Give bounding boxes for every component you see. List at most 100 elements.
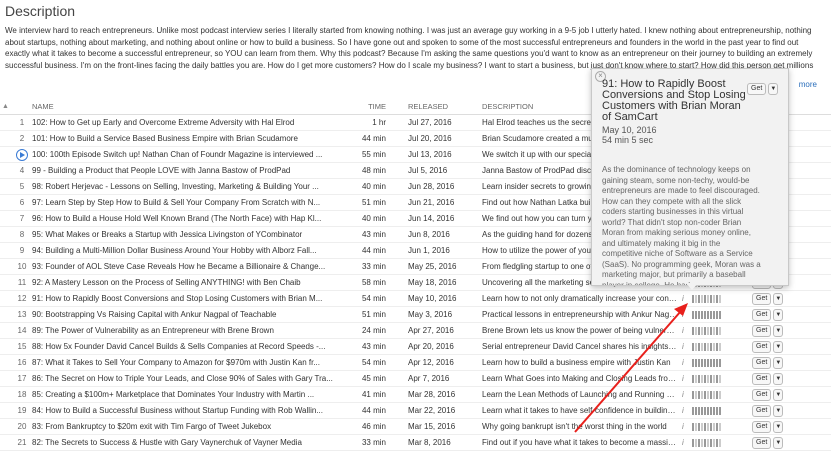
get-button[interactable]: Get bbox=[752, 372, 772, 385]
episode-name[interactable]: 88: How 5x Founder David Cancel Builds &… bbox=[30, 338, 350, 355]
table-row[interactable]: 17 86: The Secret on How to Triple Your L… bbox=[0, 370, 831, 387]
play-icon[interactable] bbox=[16, 148, 28, 161]
episode-released: Jun 21, 2016 bbox=[396, 194, 480, 211]
popup-body: As the dominance of technology keeps on … bbox=[602, 165, 761, 286]
popup-duration: 54 min 5 sec bbox=[602, 135, 654, 145]
table-row[interactable]: 20 83: From Bankruptcy to $20m exit with … bbox=[0, 418, 831, 435]
episode-description: Find out if you have what it takes to be… bbox=[480, 434, 680, 451]
episode-name[interactable]: 83: From Bankruptcy to $20m exit with Ti… bbox=[30, 418, 350, 435]
column-released[interactable]: RELEASED bbox=[396, 98, 480, 115]
episode-name[interactable]: 91: How to Rapidly Boost Conversions and… bbox=[30, 290, 350, 307]
episode-name[interactable]: 100: 100th Episode Switch up! Nathan Cha… bbox=[30, 146, 350, 163]
episode-name[interactable]: 93: Founder of AOL Steve Case Reveals Ho… bbox=[30, 258, 350, 275]
episode-released: Jun 1, 2016 bbox=[396, 242, 480, 259]
episode-name[interactable]: 87: What it Takes to Sell Your Company t… bbox=[30, 354, 350, 371]
episode-time: 51 min bbox=[350, 306, 396, 323]
get-button[interactable]: Get bbox=[752, 292, 772, 305]
chevron-down-icon[interactable]: ▼ bbox=[773, 404, 784, 417]
episode-time: 24 min bbox=[350, 322, 396, 339]
more-link[interactable]: more bbox=[799, 80, 817, 89]
episode-name[interactable]: 98: Robert Herjevac - Lessons on Selling… bbox=[30, 178, 350, 195]
chevron-down-icon[interactable]: ▼ bbox=[773, 372, 784, 385]
episode-name[interactable]: 101: How to Build a Service Based Busine… bbox=[30, 130, 350, 147]
episode-name[interactable]: 97: Learn Step by Step How to Build & Se… bbox=[30, 194, 350, 211]
episode-time: 40 min bbox=[350, 210, 396, 227]
episode-description: Learn the Lean Methods of Launching and … bbox=[480, 386, 680, 403]
info-icon[interactable]: i bbox=[682, 294, 684, 303]
table-row[interactable]: 12 91: How to Rapidly Boost Conversions a… bbox=[0, 290, 831, 307]
episode-name[interactable]: 82: The Secrets to Success & Hustle with… bbox=[30, 434, 350, 451]
info-icon[interactable]: i bbox=[682, 342, 684, 351]
popularity-bar bbox=[692, 390, 722, 399]
episode-name[interactable]: 99 - Building a Product that People LOVE… bbox=[30, 162, 350, 179]
episode-name[interactable]: 85: Creating a $100m+ Marketplace that D… bbox=[30, 386, 350, 403]
info-icon[interactable]: i bbox=[682, 438, 684, 447]
popularity-bar bbox=[692, 438, 722, 447]
column-time[interactable]: TIME bbox=[350, 98, 396, 115]
get-button[interactable]: Get bbox=[752, 308, 772, 321]
row-number: 5 bbox=[14, 178, 30, 195]
column-name[interactable]: NAME bbox=[30, 98, 350, 115]
episode-name[interactable]: 90: Bootstrapping Vs Raising Capital wit… bbox=[30, 306, 350, 323]
row-number: 17 bbox=[14, 370, 30, 387]
sort-arrow-icon[interactable]: ▲ bbox=[0, 98, 14, 115]
episode-description: Brene Brown lets us know the power of be… bbox=[480, 322, 680, 339]
table-row[interactable]: 21 82: The Secrets to Success & Hustle wi… bbox=[0, 434, 831, 451]
episode-name[interactable]: 95: What Makes or Breaks a Startup with … bbox=[30, 226, 350, 243]
get-button[interactable]: Get bbox=[752, 356, 772, 369]
get-button[interactable]: Get bbox=[752, 436, 772, 449]
episode-name[interactable]: 102: How to Get up Early and Overcome Ex… bbox=[30, 114, 350, 131]
episode-description: Learn What Goes into Making and Closing … bbox=[480, 370, 680, 387]
popup-get-button[interactable]: Get bbox=[747, 83, 767, 95]
info-icon[interactable]: i bbox=[682, 326, 684, 335]
chevron-down-icon[interactable]: ▼ bbox=[773, 292, 784, 305]
chevron-down-icon[interactable]: ▼ bbox=[768, 83, 779, 95]
row-number: 11 bbox=[14, 274, 30, 291]
row-number: 7 bbox=[14, 210, 30, 227]
get-button[interactable]: Get bbox=[752, 420, 772, 433]
info-icon[interactable]: i bbox=[682, 358, 684, 367]
table-row[interactable]: 18 85: Creating a $100m+ Marketplace that… bbox=[0, 386, 831, 403]
table-row[interactable]: 14 89: The Power of Vulnerability as an E… bbox=[0, 322, 831, 339]
chevron-down-icon[interactable]: ▼ bbox=[773, 324, 784, 337]
info-icon[interactable]: i bbox=[682, 374, 684, 383]
table-row[interactable]: 16 87: What it Takes to Sell Your Company… bbox=[0, 354, 831, 371]
info-icon[interactable]: i bbox=[682, 390, 684, 399]
episode-name[interactable]: 86: The Secret on How to Triple Your Lea… bbox=[30, 370, 350, 387]
episode-released: Jun 14, 2016 bbox=[396, 210, 480, 227]
popularity-bar bbox=[692, 406, 722, 415]
episode-time: 43 min bbox=[350, 338, 396, 355]
popularity-bar bbox=[692, 422, 722, 431]
get-button[interactable]: Get bbox=[752, 324, 772, 337]
episode-released: May 10, 2016 bbox=[396, 290, 480, 307]
chevron-down-icon[interactable]: ▼ bbox=[773, 420, 784, 433]
episode-time: 33 min bbox=[350, 258, 396, 275]
episode-released: Jul 13, 2016 bbox=[396, 146, 480, 163]
episode-name[interactable]: 92: A Mastery Lesson on the Process of S… bbox=[30, 274, 350, 291]
description-text: We interview hard to reach entrepreneurs… bbox=[5, 26, 814, 70]
table-row[interactable]: 13 90: Bootstrapping Vs Raising Capital w… bbox=[0, 306, 831, 323]
chevron-down-icon[interactable]: ▼ bbox=[773, 388, 784, 401]
row-number: 9 bbox=[14, 242, 30, 259]
episode-name[interactable]: 84: How to Build a Successful Business w… bbox=[30, 402, 350, 419]
info-icon[interactable]: i bbox=[682, 422, 684, 431]
episode-info-popup: × 91: How to Rapidly Boost Conversions a… bbox=[591, 68, 789, 286]
chevron-down-icon[interactable]: ▼ bbox=[773, 340, 784, 353]
episode-name[interactable]: 94: Building a Multi-Million Dollar Busi… bbox=[30, 242, 350, 259]
chevron-down-icon[interactable]: ▼ bbox=[773, 436, 784, 449]
episode-name[interactable]: 89: The Power of Vulnerability as an Ent… bbox=[30, 322, 350, 339]
info-icon[interactable]: i bbox=[682, 310, 684, 319]
get-button[interactable]: Get bbox=[752, 388, 772, 401]
table-row[interactable]: 19 84: How to Build a Successful Business… bbox=[0, 402, 831, 419]
episode-released: May 25, 2016 bbox=[396, 258, 480, 275]
chevron-down-icon[interactable]: ▼ bbox=[773, 308, 784, 321]
table-row[interactable]: 15 88: How 5x Founder David Cancel Builds… bbox=[0, 338, 831, 355]
popularity-bar bbox=[692, 374, 722, 383]
chevron-down-icon[interactable]: ▼ bbox=[773, 356, 784, 369]
row-number: 6 bbox=[14, 194, 30, 211]
get-button[interactable]: Get bbox=[752, 404, 772, 417]
get-button[interactable]: Get bbox=[752, 340, 772, 353]
episode-description: Learn how to not only dramatically incre… bbox=[480, 290, 680, 307]
info-icon[interactable]: i bbox=[682, 406, 684, 415]
episode-name[interactable]: 96: How to Build a House Hold Well Known… bbox=[30, 210, 350, 227]
